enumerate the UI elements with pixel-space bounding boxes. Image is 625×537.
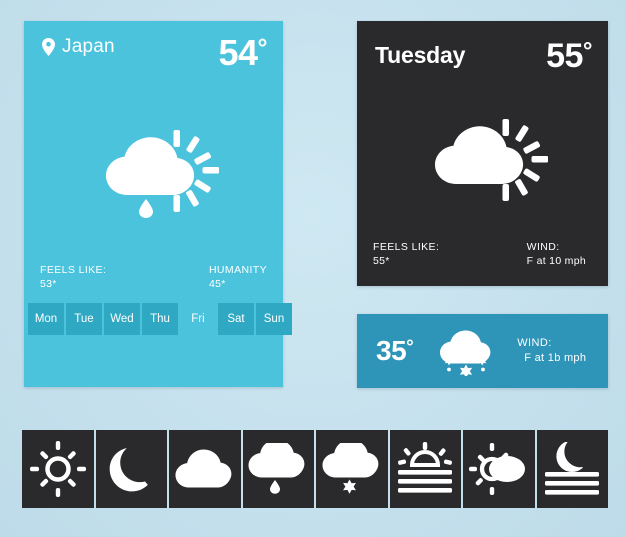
moonset-icon — [543, 442, 601, 496]
day-button-fri[interactable]: Fri — [180, 303, 216, 335]
compact-temperature: 35° — [376, 335, 414, 366]
day-detail-wind-stat: WIND: F at 10 mph — [527, 240, 586, 268]
day-detail-title: Tuesday — [375, 42, 466, 68]
main-card-stats: FEELS LIKE: 53* HUMANITY 45* — [24, 263, 283, 291]
humidity-stat: HUMANITY 45* — [209, 263, 267, 291]
icon-tile-sunrise[interactable] — [389, 430, 461, 508]
icon-tile-partly-cloudy-sun[interactable] — [463, 430, 535, 508]
humidity-label: HUMANITY — [208, 263, 267, 276]
location-group[interactable]: Japan — [42, 37, 115, 56]
day-detail-weather-icon — [357, 117, 608, 203]
compact-temperature-degree: ° — [406, 337, 414, 358]
icon-tile-moonset[interactable] — [536, 430, 608, 508]
day-detail-temperature-degree: ° — [582, 38, 593, 65]
location-name: Japan — [62, 36, 115, 57]
icon-tile-sun[interactable] — [22, 430, 94, 508]
moon-icon — [107, 443, 155, 495]
humidity-value: 45* — [208, 277, 226, 290]
main-weather-icon — [24, 121, 283, 221]
weather-icon-palette — [22, 430, 608, 508]
compact-weather-icon — [435, 326, 497, 376]
day-button-sat[interactable]: Sat — [218, 303, 254, 335]
icon-tile-cloud[interactable] — [169, 430, 241, 508]
compact-wind-stat: WIND: F at 1b mph — [517, 336, 586, 366]
snow-cloud-icon — [321, 443, 383, 495]
cloud-icon — [174, 449, 236, 489]
day-detail-feels-like-stat: FEELS LIKE: 55* — [373, 240, 439, 268]
sunrise-icon — [396, 442, 454, 496]
rain-cloud-icon — [247, 443, 309, 495]
feels-like-label: FEELS LIKE: — [40, 263, 107, 276]
main-card-header: Japan 54° — [24, 21, 283, 83]
compact-temperature-value: 35 — [376, 335, 407, 366]
day-button-sun[interactable]: Sun — [256, 303, 292, 335]
day-selector: Mon Tue Wed Thu Fri Sat Sun — [28, 303, 292, 335]
main-temperature-degree: ° — [257, 34, 268, 62]
day-detail-temperature-value: 55 — [546, 37, 583, 75]
day-detail-temperature: 55° — [546, 39, 592, 73]
day-detail-feels-like-value: 55* — [373, 254, 390, 267]
compact-weather-card: 35° WIND: F at 1b mph — [357, 314, 608, 388]
location-pin-icon — [42, 37, 55, 56]
day-button-mon[interactable]: Mon — [28, 303, 64, 335]
day-button-thu[interactable]: Thu — [142, 303, 178, 335]
icon-tile-moon[interactable] — [95, 430, 167, 508]
day-detail-card: Tuesday 55° FEELS LIKE: 55* WIND: F at 1… — [357, 21, 608, 286]
icon-tile-snow-cloud[interactable] — [316, 430, 388, 508]
day-button-tue[interactable]: Tue — [66, 303, 102, 335]
sun-icon — [29, 441, 86, 497]
feels-like-stat: FEELS LIKE: 53* — [40, 263, 106, 291]
main-weather-card: Japan 54° FEELS LIKE: 53* HUMANITY 45* M… — [24, 21, 292, 387]
weather-widget-stage: Japan 54° FEELS LIKE: 53* HUMANITY 45* M… — [0, 0, 625, 537]
partly-cloudy-sun-icon — [468, 442, 529, 496]
main-temperature: 54° — [218, 35, 267, 71]
day-detail-stats: FEELS LIKE: 55* WIND: F at 10 mph — [357, 240, 608, 268]
feels-like-value: 53* — [40, 277, 57, 290]
day-detail-feels-like-label: FEELS LIKE: — [373, 240, 440, 253]
day-detail-wind-value: F at 10 mph — [526, 254, 586, 267]
icon-tile-rain-cloud[interactable] — [242, 430, 314, 508]
day-button-wed[interactable]: Wed — [104, 303, 140, 335]
compact-wind-label: WIND: — [517, 337, 552, 350]
main-temperature-value: 54 — [218, 32, 258, 73]
day-detail-wind-label: WIND: — [526, 240, 560, 253]
compact-wind-value: F at 1b mph — [524, 352, 587, 364]
